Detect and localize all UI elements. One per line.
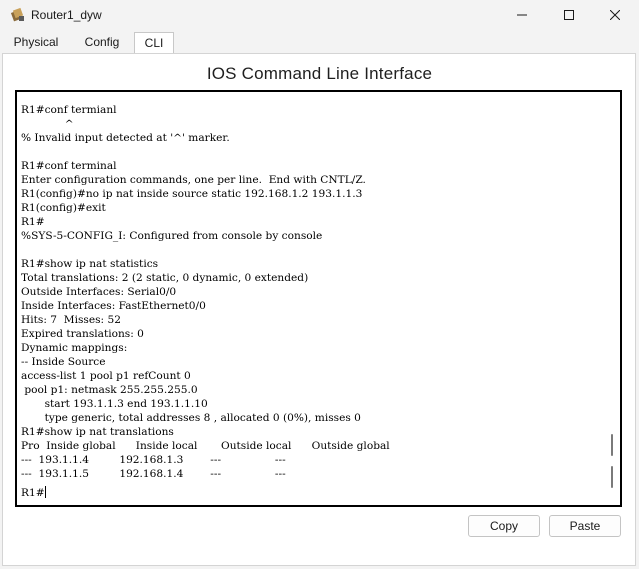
tab-physical[interactable]: Physical: [5, 32, 67, 52]
terminal-line: % Invalid input detected at '^' marker.: [21, 132, 230, 144]
cli-terminal[interactable]: R1#conf termianl ^ % Invalid input detect…: [15, 90, 622, 507]
terminal-line: R1#show ip nat translations: [21, 426, 174, 438]
terminal-line: R1(config)#no ip nat inside source stati…: [21, 188, 363, 200]
terminal-line: type generic, total addresses 8 , alloca…: [21, 412, 361, 424]
terminal-line: Hits: 7 Misses: 52: [21, 314, 121, 326]
terminal-line: --- 193.1.1.4 192.168.1.3 --- ---: [21, 454, 286, 466]
terminal-line: Enter configuration commands, one per li…: [21, 174, 366, 186]
maximize-icon: [564, 10, 574, 20]
scrollbar-thumb-upper[interactable]: [611, 434, 613, 456]
terminal-line: %SYS-5-CONFIG_I: Configured from console…: [21, 230, 323, 242]
tab-cli[interactable]: CLI: [134, 32, 174, 53]
terminal-line: start 193.1.1.3 end 193.1.1.10: [21, 398, 208, 410]
terminal-line: Pro Inside global Inside local Outside l…: [21, 440, 390, 452]
terminal-line: Outside Interfaces: Serial0/0: [21, 286, 177, 298]
terminal-line: ^: [21, 118, 74, 130]
terminal-line: R1#conf terminal: [21, 160, 117, 172]
terminal-line: R1#conf termianl: [21, 104, 117, 116]
paste-button[interactable]: Paste: [549, 515, 621, 537]
minimize-button[interactable]: [499, 0, 545, 30]
title-bar: Router1_dyw: [0, 0, 639, 32]
terminal-line: Expired translations: 0: [21, 328, 144, 340]
terminal-line: pool p1: netmask 255.255.255.0: [21, 384, 198, 396]
terminal-prompt-line[interactable]: R1#: [21, 486, 46, 500]
minimize-icon: [517, 14, 527, 16]
scrollbar-thumb-lower[interactable]: [611, 466, 613, 488]
copy-button[interactable]: Copy: [468, 515, 540, 537]
text-cursor: [44, 486, 46, 498]
close-icon: [610, 10, 620, 20]
terminal-line: R1#: [21, 216, 45, 228]
window-title: Router1_dyw: [31, 8, 102, 22]
terminal-line: access-list 1 pool p1 refCount 0: [21, 370, 191, 382]
close-button[interactable]: [592, 0, 638, 30]
tab-config[interactable]: Config: [74, 32, 130, 52]
app-icon: [10, 7, 24, 22]
maximize-button[interactable]: [546, 0, 592, 30]
terminal-output: R1#conf termianl ^ % Invalid input detect…: [21, 103, 601, 481]
terminal-line: Total translations: 2 (2 static, 0 dynam…: [21, 272, 309, 284]
terminal-prompt: R1#: [21, 487, 45, 499]
terminal-line: -- Inside Source: [21, 356, 106, 368]
terminal-line: Dynamic mappings:: [21, 342, 128, 354]
terminal-line: Inside Interfaces: FastEthernet0/0: [21, 300, 206, 312]
terminal-line: R1#show ip nat statistics: [21, 258, 159, 270]
panel-title: IOS Command Line Interface: [206, 64, 433, 83]
terminal-line: --- 193.1.1.5 192.168.1.4 --- ---: [21, 468, 286, 480]
tab-bar: Physical Config CLI: [0, 32, 639, 53]
terminal-line: R1(config)#exit: [21, 202, 106, 214]
